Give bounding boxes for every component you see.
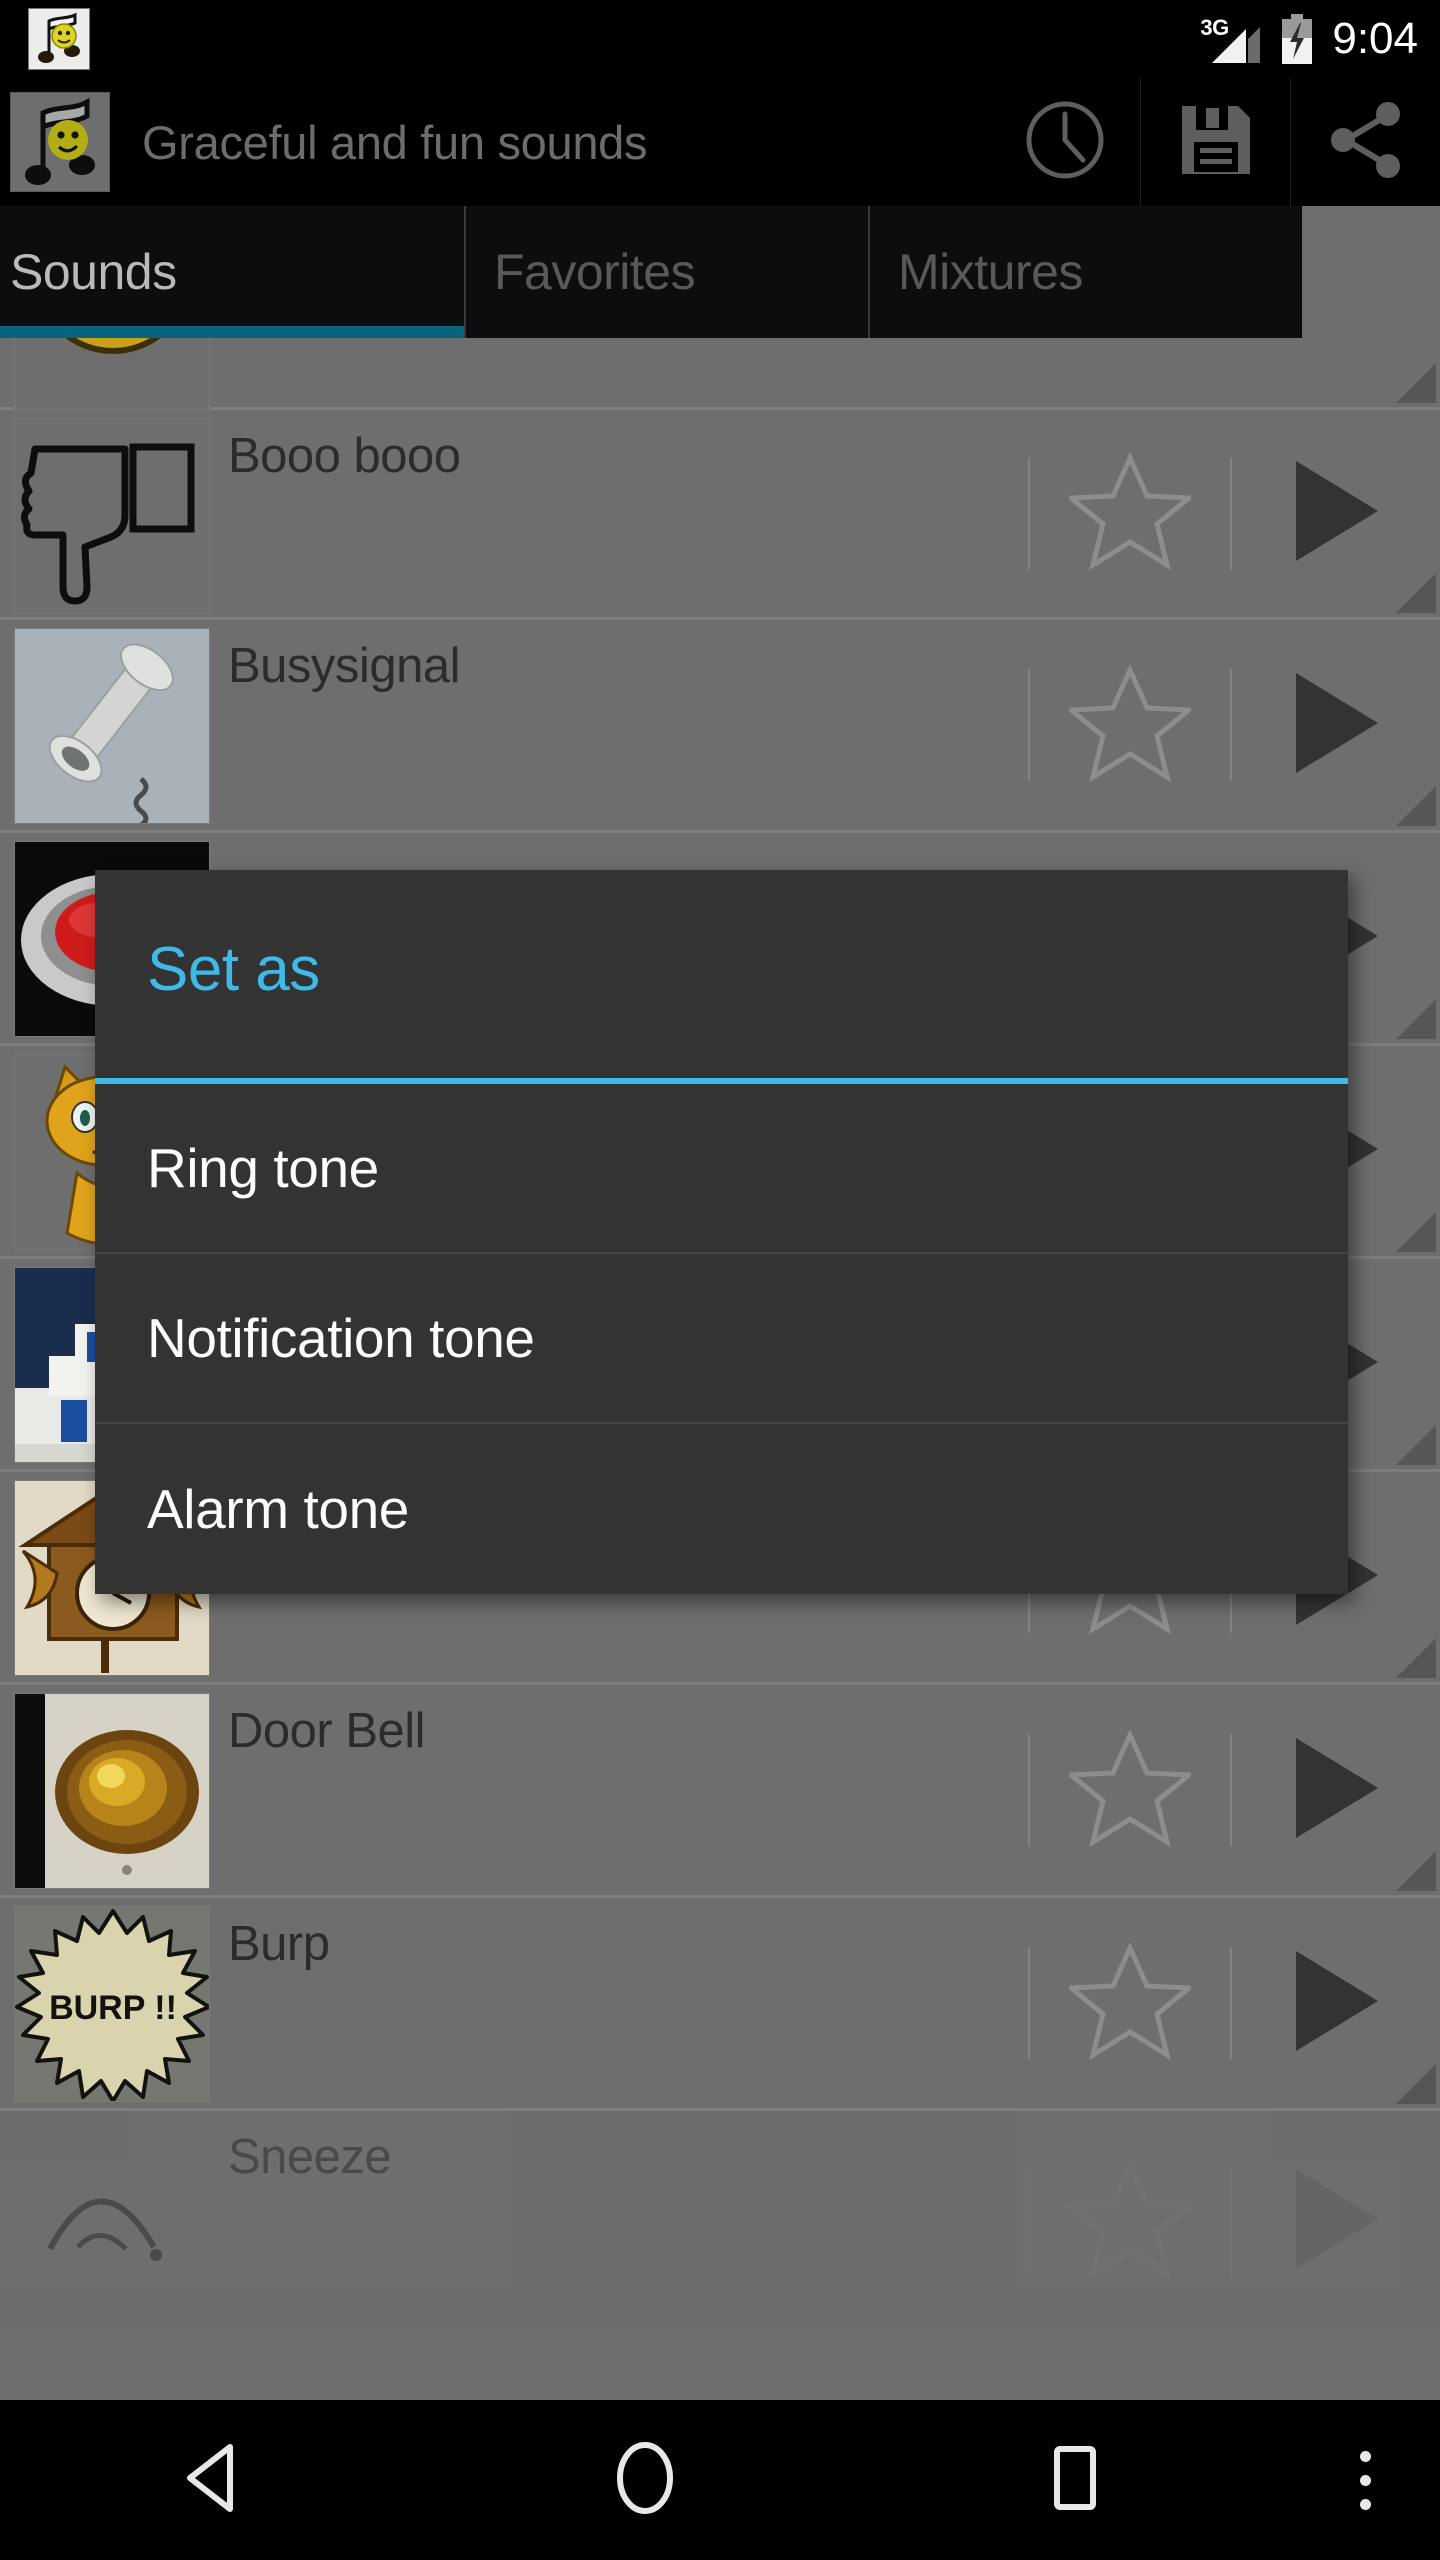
tab-bar-spacer (1302, 206, 1440, 338)
save-button[interactable] (1140, 78, 1290, 206)
row-actions (1028, 1898, 1440, 2108)
play-button[interactable] (1232, 671, 1440, 780)
tab-favorites[interactable]: Favorites (464, 206, 868, 338)
row-label: Burp (228, 1917, 330, 1971)
home-button[interactable] (430, 2440, 860, 2521)
dialog-option-ring-tone[interactable]: Ring tone (95, 1084, 1348, 1254)
row-label: Sneeze (228, 2130, 392, 2184)
star-outline-icon (1064, 1941, 1196, 2065)
door-bell-thumb (14, 1693, 210, 1889)
tab-sounds[interactable]: Sounds (0, 206, 464, 338)
corner-triangle-icon[interactable] (1396, 1212, 1436, 1252)
favorite-button[interactable] (1030, 451, 1230, 575)
row-label: Busysignal (228, 639, 460, 693)
dialog-header: Set as (95, 870, 1348, 1078)
share-icon (1324, 98, 1408, 187)
set-as-dialog: Set as Ring tone Notification tone Alarm… (95, 870, 1348, 1594)
status-bar: 3G 9:04 (0, 0, 1440, 78)
corner-triangle-icon[interactable] (1396, 2064, 1436, 2104)
phone-screen: 3G 9:04 Graceful and fun sounds Sounds F… (0, 0, 1440, 2560)
star-outline-icon (1064, 663, 1196, 787)
corner-triangle-icon[interactable] (1396, 786, 1436, 826)
corner-triangle-icon[interactable] (1396, 1425, 1436, 1465)
table-row[interactable]: Busysignal (0, 620, 1440, 833)
dialog-option-label: Notification tone (147, 1307, 535, 1369)
play-triangle-icon (1290, 459, 1382, 568)
overflow-button[interactable] (1290, 2450, 1440, 2510)
navigation-bar (0, 2400, 1440, 2560)
row-actions (1028, 2111, 1440, 2331)
favorite-button[interactable] (1030, 663, 1230, 787)
telephone-handset-thumb (14, 628, 210, 824)
play-button[interactable] (1232, 2167, 1440, 2276)
divider (1230, 2165, 1232, 2277)
page-title: Graceful and fun sounds (142, 115, 648, 169)
play-triangle-icon (1290, 671, 1382, 780)
thumbs-down-thumb (14, 418, 210, 614)
tab-favorites-label: Favorites (494, 244, 696, 300)
table-row[interactable]: Booo booo (0, 410, 1440, 620)
star-outline-icon (1064, 1728, 1196, 1852)
dialog-option-label: Alarm tone (147, 1478, 409, 1540)
corner-triangle-icon[interactable] (1396, 573, 1436, 613)
favorite-button[interactable] (1030, 2159, 1230, 2283)
share-button[interactable] (1290, 78, 1440, 206)
play-triangle-icon (1290, 1736, 1382, 1845)
timer-button[interactable] (990, 78, 1140, 206)
floppy-disk-icon (1174, 98, 1258, 187)
corner-triangle-icon[interactable] (1396, 1851, 1436, 1891)
back-triangle-icon (182, 2443, 248, 2518)
corner-triangle-icon[interactable] (1396, 1638, 1436, 1678)
favorite-button[interactable] (1030, 1941, 1230, 2065)
dialog-title: Set as (147, 935, 320, 1004)
action-bar-buttons (990, 78, 1440, 206)
tab-mixtures-label: Mixtures (898, 244, 1083, 300)
table-row[interactable] (0, 338, 1440, 410)
table-row[interactable]: Sneeze (0, 2111, 1440, 2331)
recents-square-icon (1043, 2443, 1107, 2518)
play-triangle-icon (1290, 1949, 1382, 2058)
star-outline-icon (1064, 2159, 1196, 2283)
play-button[interactable] (1232, 459, 1440, 568)
status-app-badge-icon (28, 8, 90, 70)
dialog-option-label: Ring tone (147, 1137, 379, 1199)
back-button[interactable] (0, 2443, 430, 2518)
tab-mixtures[interactable]: Mixtures (868, 206, 1302, 338)
burp-starburst-thumb: BURP !! (14, 1906, 210, 2102)
clock-time: 9:04 (1332, 14, 1418, 63)
play-triangle-icon (1290, 2167, 1382, 2276)
play-button[interactable] (1232, 1736, 1440, 1845)
action-bar: Graceful and fun sounds (0, 78, 1440, 206)
home-circle-icon (610, 2440, 680, 2521)
row-actions (1028, 410, 1440, 617)
smiley-face-thumb (14, 338, 210, 410)
tab-active-underline (0, 326, 464, 338)
favorite-button[interactable] (1030, 1728, 1230, 1852)
signal-bars-icon: 3G (1200, 13, 1262, 65)
recents-button[interactable] (860, 2443, 1290, 2518)
play-button[interactable] (1232, 1949, 1440, 2058)
dialog-option-notification-tone[interactable]: Notification tone (95, 1254, 1348, 1424)
battery-charging-icon (1280, 14, 1314, 64)
divider (1028, 2165, 1030, 2277)
table-row[interactable]: BURP !! Burp (0, 1898, 1440, 2111)
sneeze-thumb (14, 2119, 210, 2315)
row-actions (1028, 620, 1440, 830)
dialog-option-alarm-tone[interactable]: Alarm tone (95, 1424, 1348, 1594)
row-label: Door Bell (228, 1704, 426, 1758)
tab-sounds-label: Sounds (10, 244, 177, 300)
three-dots-icon (1359, 2450, 1371, 2510)
app-logo-icon (10, 92, 110, 192)
table-row[interactable]: Door Bell (0, 1685, 1440, 1898)
row-actions (1028, 1685, 1440, 1895)
tab-bar: Sounds Favorites Mixtures (0, 206, 1302, 338)
star-outline-icon (1064, 451, 1196, 575)
row-label: Booo booo (228, 429, 461, 483)
clock-icon (1023, 98, 1107, 187)
corner-triangle-icon[interactable] (1396, 363, 1436, 403)
burp-thumb-text: BURP !! (49, 1989, 177, 2027)
status-indicators: 3G 9:04 (1200, 0, 1418, 78)
corner-triangle-icon[interactable] (1396, 999, 1436, 1039)
